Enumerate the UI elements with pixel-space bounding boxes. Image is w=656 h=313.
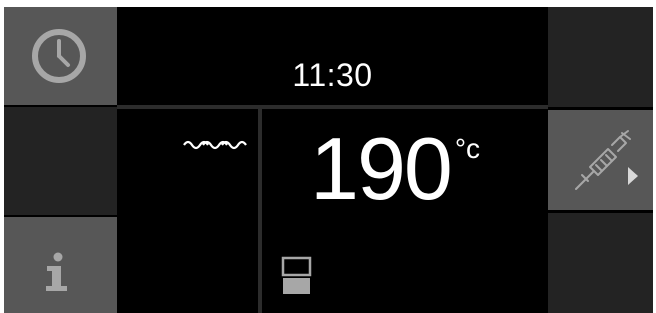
info-icon <box>46 252 67 291</box>
right-blank-tile-bottom <box>548 213 653 313</box>
door-lock-icon <box>281 256 312 294</box>
clock-icon <box>32 29 86 83</box>
oven-control-screen: 11:30 190 °c <box>4 7 653 313</box>
time-display: 11:30 <box>292 57 373 93</box>
horizontal-divider <box>117 105 548 109</box>
wave-heating-icon <box>183 140 247 150</box>
temperature-display[interactable]: 190 °c <box>310 125 480 215</box>
vertical-divider <box>258 109 262 313</box>
right-blank-tile-top <box>548 7 653 107</box>
temperature-unit: °c <box>454 133 481 164</box>
left-blank-tile <box>4 107 117 215</box>
time-display-panel[interactable]: 11:30 <box>117 7 548 105</box>
meat-probe-icon <box>575 130 638 190</box>
temperature-value: 190 <box>310 119 453 218</box>
